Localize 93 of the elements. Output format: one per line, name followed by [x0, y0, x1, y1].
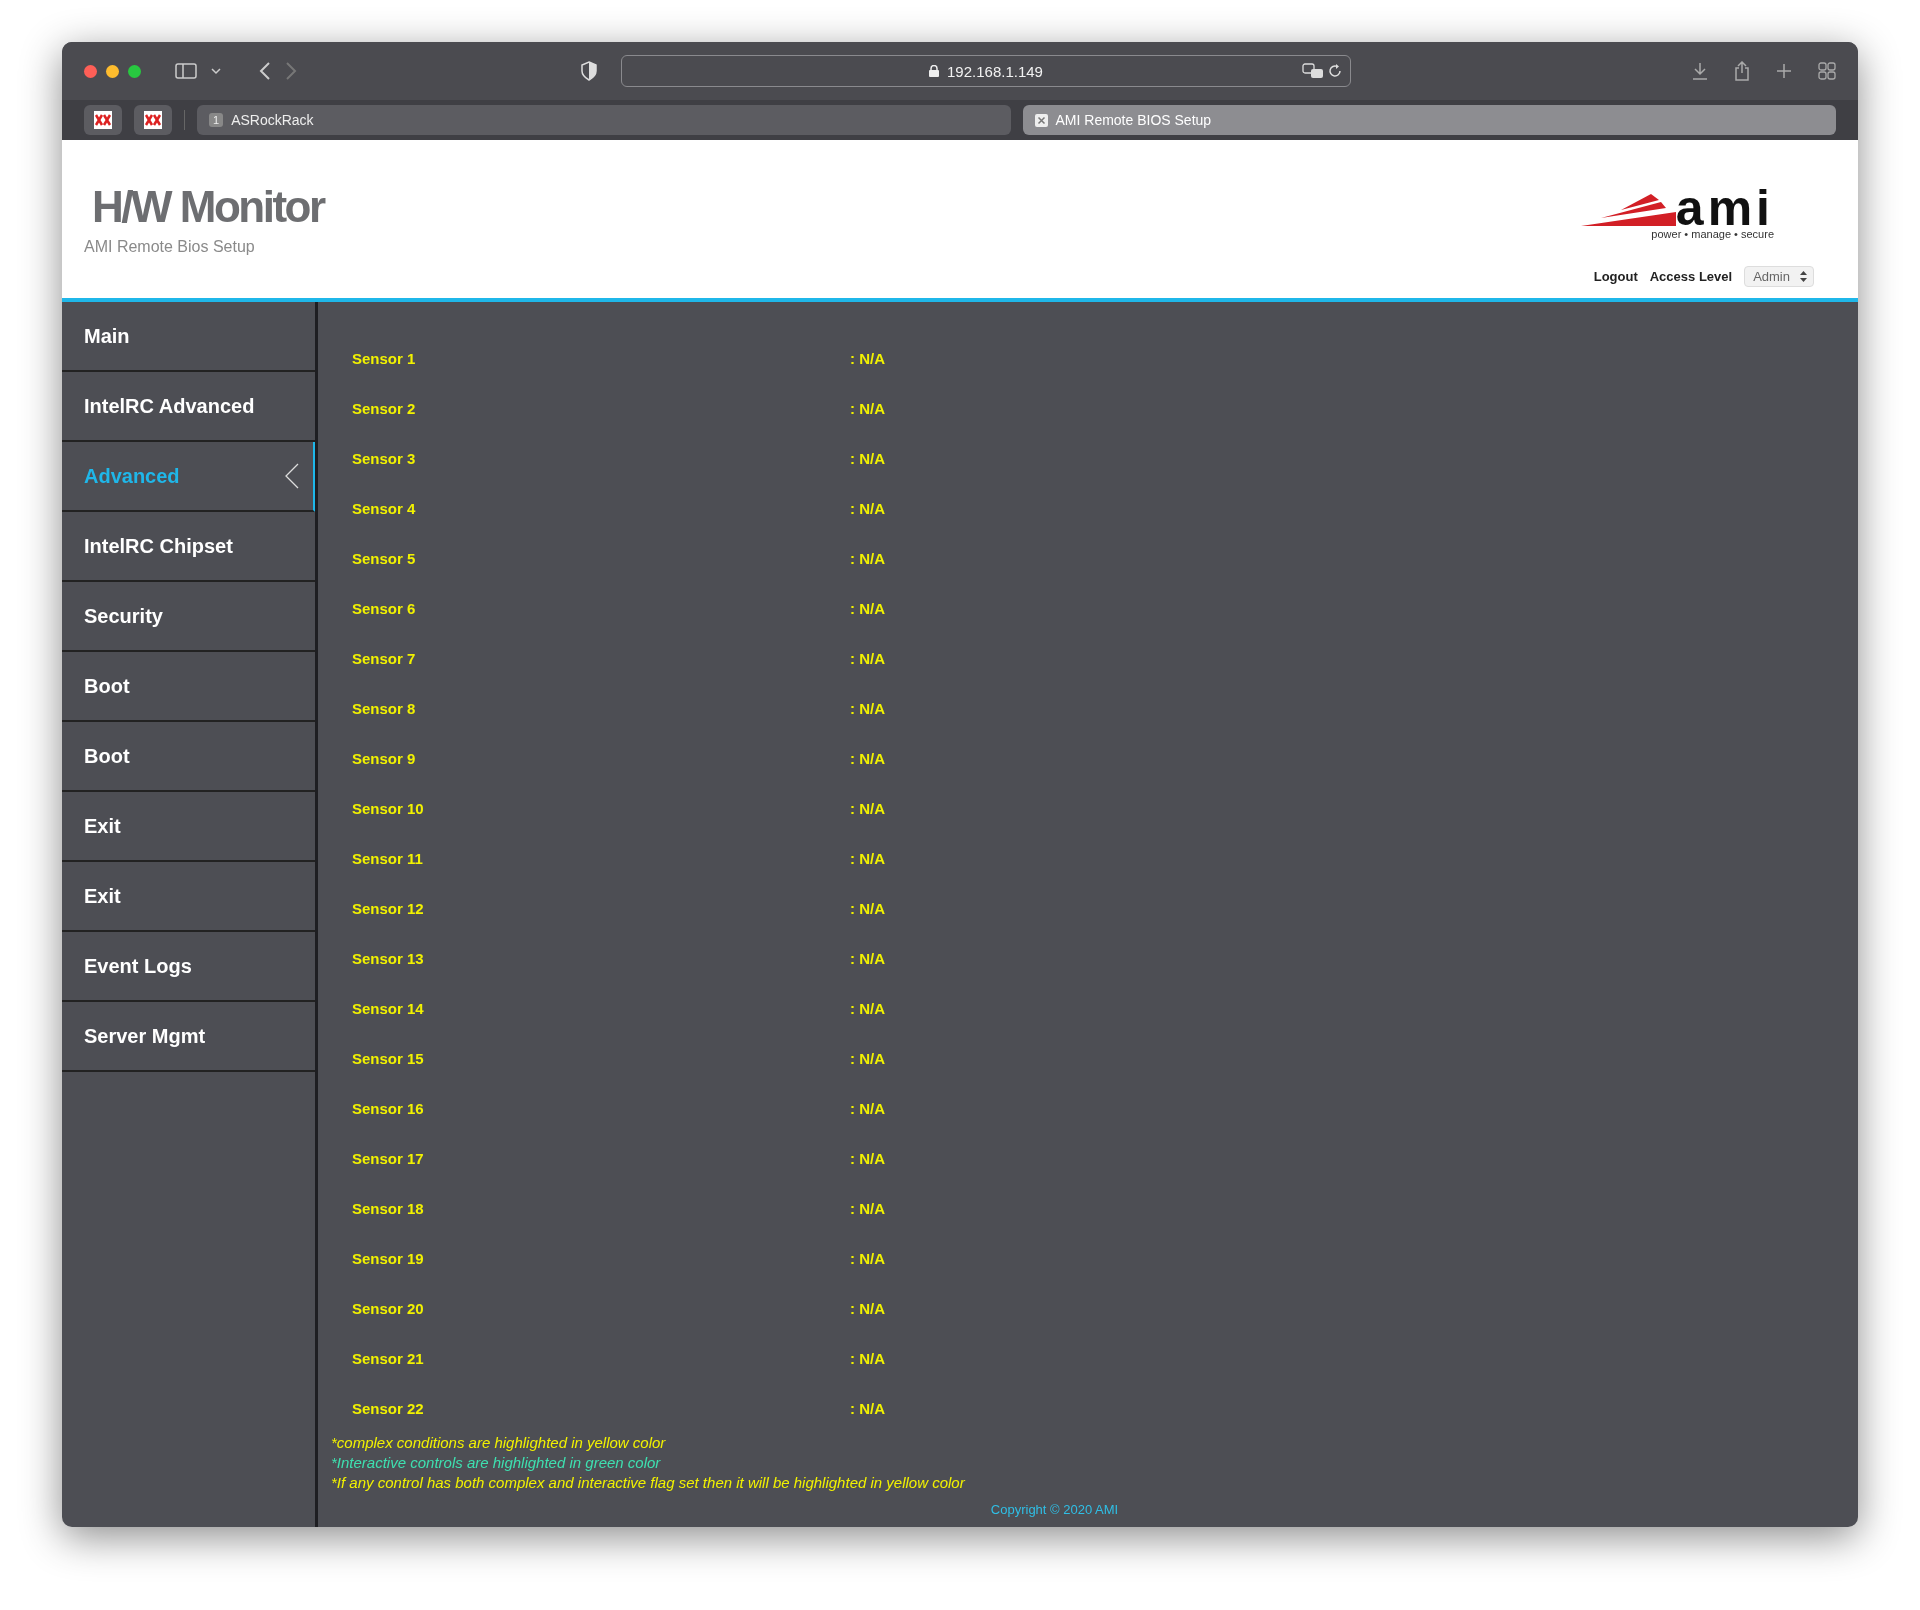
- nav-item[interactable]: Boot: [62, 722, 315, 792]
- sensor-value: : N/A: [850, 599, 885, 617]
- sensor-label: Sensor 13: [352, 949, 425, 967]
- address-bar[interactable]: 192.168.1.149: [621, 55, 1351, 87]
- sensor-label: Sensor 14: [352, 999, 425, 1017]
- share-icon[interactable]: [1734, 61, 1750, 81]
- page-subtitle: AMI Remote Bios Setup: [84, 238, 256, 256]
- cross-favicon-icon: [94, 111, 112, 129]
- sensor-label: Sensor 1: [352, 349, 417, 367]
- sensor-label: Sensor 5: [352, 549, 417, 567]
- minimize-icon[interactable]: [106, 64, 119, 78]
- sensor-label: Sensor 20: [352, 1299, 425, 1317]
- pinned-tab[interactable]: [134, 105, 172, 135]
- tab-title: AMI Remote BIOS Setup: [1055, 112, 1212, 128]
- page-title: H/W Monitor: [92, 182, 324, 232]
- access-level-label: Access Level: [1649, 269, 1733, 284]
- browser-tab[interactable]: 1 ASRockRack: [197, 105, 1011, 135]
- sensor-label: Sensor 17: [352, 1149, 425, 1167]
- shield-icon[interactable]: [581, 61, 597, 81]
- sensor-value: : N/A: [850, 1299, 885, 1317]
- sidebar-icon[interactable]: [175, 62, 197, 80]
- sensor-value: : N/A: [850, 449, 885, 467]
- sensor-label: Sensor 18: [352, 1199, 425, 1217]
- chevron-left-icon: [285, 463, 299, 489]
- maximize-icon[interactable]: [128, 64, 141, 78]
- cross-favicon-icon: [144, 111, 162, 129]
- sensor-value: : N/A: [850, 949, 885, 967]
- sensor-label: Sensor 2: [352, 399, 417, 417]
- dropdown-arrows-icon: [1800, 271, 1807, 282]
- sensor-value: : N/A: [850, 1099, 885, 1117]
- sensor-value: : N/A: [850, 1349, 885, 1367]
- sensor-value: : N/A: [850, 499, 885, 517]
- sensor-value: : N/A: [850, 799, 885, 817]
- legend-note: *Interactive controls are highlighted in green color: [331, 1453, 662, 1473]
- sensor-label: Sensor 11: [352, 849, 424, 867]
- sensor-value: : N/A: [850, 749, 885, 767]
- tabs-overview-icon[interactable]: [1818, 62, 1836, 80]
- url-text: 192.168.1.149: [947, 62, 1043, 80]
- chevron-down-icon[interactable]: [211, 67, 221, 75]
- close-icon[interactable]: [84, 64, 97, 78]
- lock-icon: [929, 65, 940, 77]
- sensor-value: : N/A: [850, 549, 885, 567]
- sensor-label: Sensor 15: [352, 1049, 425, 1067]
- copyright-text: Copyright © 2020 AMI: [990, 1502, 1119, 1517]
- sensor-label: Sensor 12: [352, 899, 425, 917]
- sensor-value: : N/A: [850, 1149, 885, 1167]
- access-level-select[interactable]: Admin: [1744, 266, 1814, 287]
- nav-item[interactable]: IntelRC Advanced: [62, 372, 315, 442]
- download-icon[interactable]: [1692, 62, 1708, 80]
- reload-icon[interactable]: [1328, 64, 1342, 78]
- sensor-value: : N/A: [850, 1199, 885, 1217]
- nav-item[interactable]: Main: [62, 302, 315, 372]
- logo-tagline: power • manage • secure: [1651, 228, 1774, 240]
- close-tab-icon[interactable]: [1034, 113, 1048, 127]
- sensor-label: Sensor 6: [352, 599, 417, 617]
- sensor-value: : N/A: [850, 1399, 885, 1417]
- sensor-label: Sensor 22: [352, 1399, 425, 1417]
- sensor-label: Sensor 7: [352, 649, 417, 667]
- sensor-value: : N/A: [850, 849, 885, 867]
- sensor-label: Sensor 4: [352, 499, 417, 517]
- nav-item[interactable]: Event Logs: [62, 932, 315, 1002]
- nav-item[interactable]: IntelRC Chipset: [62, 512, 315, 582]
- sensor-value: : N/A: [850, 899, 885, 917]
- back-icon[interactable]: [259, 62, 271, 80]
- plus-icon[interactable]: [1776, 63, 1792, 79]
- pinned-tab[interactable]: [84, 105, 122, 135]
- tab-number-badge: 1: [209, 113, 224, 127]
- nav-item[interactable]: Advanced: [62, 442, 315, 512]
- sensor-label: Sensor 3: [352, 449, 417, 467]
- sensor-label: Sensor 16: [352, 1099, 425, 1117]
- logo-wordmark: ami: [1675, 188, 1774, 228]
- sensor-value: : N/A: [850, 699, 885, 717]
- translate-icon[interactable]: [1302, 63, 1324, 79]
- nav-item[interactable]: Exit: [62, 792, 315, 862]
- nav-item[interactable]: Server Mgmt: [62, 1002, 315, 1072]
- sensor-label: Sensor 10: [352, 799, 425, 817]
- sensor-value: : N/A: [850, 1049, 885, 1067]
- sensor-value: : N/A: [850, 349, 885, 367]
- sensor-label: Sensor 8: [352, 699, 417, 717]
- logout-link[interactable]: Logout: [1593, 269, 1638, 284]
- sensor-value: : N/A: [850, 1249, 885, 1267]
- sensor-value: : N/A: [850, 999, 885, 1017]
- sensor-value: : N/A: [850, 649, 885, 667]
- nav-item[interactable]: Exit: [62, 862, 315, 932]
- sensor-value: : N/A: [850, 399, 885, 417]
- nav-item[interactable]: Boot: [62, 652, 315, 722]
- sensor-label: Sensor 21: [352, 1349, 425, 1367]
- sensor-label: Sensor 19: [352, 1249, 425, 1267]
- legend-note: *If any control has both complex and interactive flag set then it will be highlighted in yellow color: [331, 1473, 966, 1493]
- nav-item[interactable]: Security: [62, 582, 315, 652]
- sensor-label: Sensor 9: [352, 749, 417, 767]
- legend-note: *complex conditions are highlighted in yellow color: [331, 1433, 667, 1453]
- tab-title: ASRockRack: [231, 112, 314, 128]
